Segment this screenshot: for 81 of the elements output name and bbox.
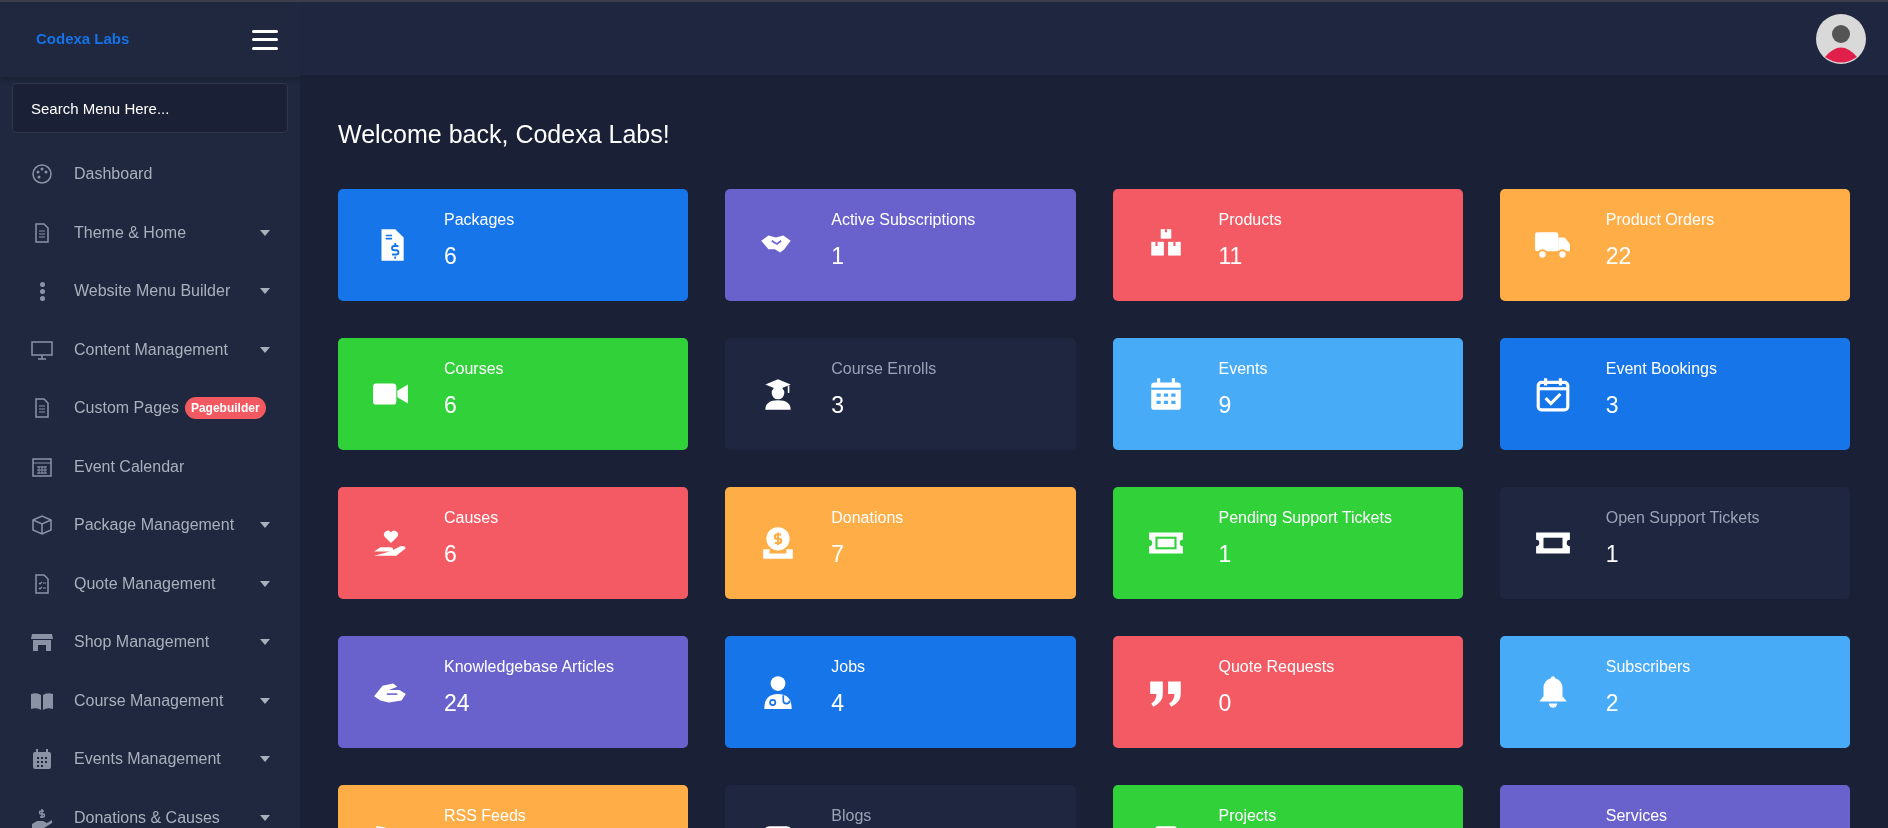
card-title: Blogs: [831, 807, 872, 825]
stat-card[interactable]: Packages 6: [338, 189, 689, 301]
sidebar-item[interactable]: Events Management: [74, 747, 221, 772]
stat-card[interactable]: Quote Requests 0: [1112, 636, 1463, 748]
menu-icon[interactable]: [252, 28, 278, 51]
menu-item-icon: [38, 280, 46, 302]
card-title: Jobs: [831, 658, 866, 676]
card-title: Services: [1605, 807, 1668, 825]
caret-icon[interactable]: [260, 697, 270, 704]
card-count: 2: [1605, 690, 1620, 716]
caret-icon[interactable]: [260, 580, 270, 587]
welcome-heading: Welcome back, Codexa Labs!: [338, 119, 671, 150]
menu-item-icon: [30, 162, 54, 187]
caret-icon[interactable]: [260, 288, 270, 295]
sidebar-item[interactable]: Donations & Causes: [74, 805, 220, 828]
card-count: 22: [1605, 243, 1633, 269]
sidebar-item[interactable]: Course Management: [74, 688, 224, 713]
caret-icon[interactable]: [260, 639, 270, 646]
card-title: Event Bookings: [1605, 360, 1717, 378]
menu-item-icon: [30, 747, 54, 772]
stat-card[interactable]: Course Enrolls 3: [725, 338, 1076, 450]
card-count: 1: [1605, 541, 1620, 567]
menu-item-icon: [30, 513, 54, 538]
card-title: RSS Feeds: [444, 807, 526, 825]
card-count: 1: [1218, 541, 1233, 567]
card-count: 9: [1218, 392, 1233, 418]
card-title: Course Enrolls: [831, 360, 937, 378]
card-count: 0: [1218, 690, 1233, 716]
stat-card[interactable]: Active Subscriptions 1: [725, 189, 1076, 301]
sidebar-item[interactable]: Theme & Home: [74, 220, 187, 245]
card-title: Packages: [444, 211, 515, 229]
caret-icon[interactable]: [260, 522, 270, 529]
sidebar-item[interactable]: Shop Management: [74, 630, 210, 655]
card-count: 6: [444, 541, 458, 567]
sidebar-item[interactable]: Event Calendar: [74, 454, 185, 479]
caret-icon[interactable]: [260, 229, 270, 236]
card-title: Causes: [444, 509, 499, 527]
card-count: 4: [831, 690, 846, 716]
stat-card[interactable]: Services: [1499, 785, 1850, 828]
card-title: Subscribers: [1605, 658, 1691, 676]
caret-icon[interactable]: [260, 756, 270, 763]
stat-card[interactable]: Subscribers 2: [1499, 636, 1850, 748]
sidebar-item[interactable]: Content Management: [74, 337, 228, 362]
card-title: Products: [1218, 211, 1282, 229]
card-title: Active Subscriptions: [831, 211, 976, 229]
stat-card[interactable]: Events 9: [1112, 338, 1463, 450]
stat-card[interactable]: Jobs 4: [725, 636, 1076, 748]
sidebar-item[interactable]: Quote Management: [74, 571, 216, 596]
card-title: Courses: [444, 360, 504, 378]
badge: Pagebuilder: [184, 397, 266, 420]
card-title: Donations: [831, 509, 904, 527]
card-title: Events: [1218, 360, 1268, 378]
card-count: 1: [831, 243, 846, 269]
stat-card[interactable]: Open Support Tickets 1: [1499, 487, 1850, 599]
stat-card[interactable]: Products 11: [1112, 189, 1463, 301]
card-count: 7: [831, 541, 846, 567]
sidebar-item[interactable]: Website Menu Builder: [74, 279, 231, 304]
card-count: 6: [444, 243, 458, 269]
card-title: Product Orders: [1605, 211, 1715, 229]
card-count: 3: [831, 392, 846, 418]
card-title: Projects: [1218, 807, 1277, 825]
sidebar-item[interactable]: Custom Pages: [74, 396, 179, 421]
avatar-icon[interactable]: [1816, 13, 1866, 64]
stat-card[interactable]: Causes 6: [338, 487, 689, 599]
sidebar-item[interactable]: Package Management: [74, 513, 235, 538]
card-count: 24: [444, 690, 471, 716]
stat-card[interactable]: Event Bookings 3: [1499, 338, 1850, 450]
card-count: 6: [444, 392, 458, 418]
card-title: Quote Requests: [1218, 658, 1335, 676]
stat-card[interactable]: Knowledgebase Articles 24: [338, 636, 689, 748]
card-title: Knowledgebase Articles: [444, 658, 614, 676]
card-title: Open Support Tickets: [1605, 509, 1760, 527]
stat-card[interactable]: Blogs: [725, 785, 1076, 828]
caret-icon[interactable]: [260, 814, 270, 821]
caret-icon[interactable]: [260, 346, 270, 353]
card-count: 11: [1218, 243, 1244, 269]
sidebar-item[interactable]: Dashboard: [74, 162, 153, 187]
brand-logo[interactable]: Codexa Labs: [36, 28, 130, 51]
card-count: 3: [1605, 392, 1620, 418]
search-field[interactable]: Search Menu Here...: [12, 83, 288, 133]
card-title: Pending Support Tickets: [1218, 509, 1392, 527]
